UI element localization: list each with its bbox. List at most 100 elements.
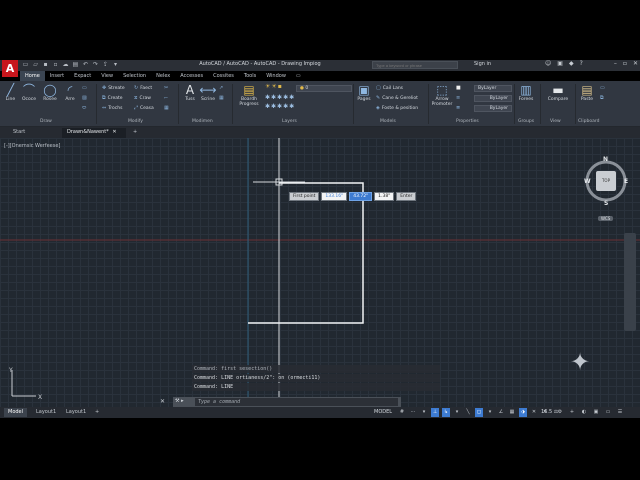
dynamic-z-field[interactable]: 1.38" [374,192,395,201]
line-tool-button[interactable]: ╱ Line [3,84,18,103]
model-attr[interactable]: ◈ Foste & pesition [376,105,418,111]
panel-label-view[interactable]: View [550,119,561,124]
view-tool-2[interactable]: ⧉ [600,95,606,101]
isodraft-icon[interactable]: ╲ [464,408,472,417]
linetype-swatch[interactable]: ≡ [456,95,462,101]
grid-icon[interactable]: # [398,408,406,417]
gear-icon[interactable]: ⚙ [556,408,564,417]
modify-mirror[interactable]: ⧖ Craw [134,95,151,101]
navigation-star-icon[interactable]: ✦ [570,348,590,376]
modify-stretch[interactable]: ⇔ Trochs [102,105,122,111]
model-edit[interactable]: ✎ Cane & Gereliot [376,95,418,101]
ortho-icon[interactable]: ⊥ [431,408,439,417]
color-swatch[interactable]: ■ [456,85,463,91]
dimension-tool-button[interactable]: ⟷ Scrine [199,84,217,103]
ribbon-options-icon[interactable]: ▭ [291,71,306,81]
search-input[interactable] [372,61,458,69]
polar-icon[interactable]: ↳ [442,408,450,417]
sign-in-link[interactable]: Sign in [474,61,491,67]
navigation-bar[interactable] [624,233,636,331]
tab-expact[interactable]: Expact [69,71,96,81]
tab-cossites[interactable]: Cossites [208,71,239,81]
arc-tool-button[interactable]: ◜ Arre [62,84,78,103]
panel-label-modify[interactable]: Modify [128,119,143,124]
cloud-icon[interactable]: ☁ [62,61,69,68]
linetype-dropdown[interactable]: ByLayer [474,95,512,102]
wcs-menu[interactable]: WCS [598,216,614,221]
close-tab-icon[interactable]: ✕ [112,129,116,135]
model-space-toggle[interactable]: MODEL [374,409,392,415]
help-icon[interactable]: ? [580,60,583,67]
close-window-icon[interactable]: ✕ [633,60,638,67]
tab-model[interactable]: Model [4,408,28,417]
clean-screen-icon[interactable]: ▭ [604,408,612,417]
tab-accesses[interactable]: Accesses [175,71,208,81]
layer-state-icons[interactable]: ☀☀▪ [265,83,283,90]
tab-layout1[interactable]: Layout1 [32,408,60,417]
osnap-dropdown-icon[interactable]: ▾ [486,408,494,417]
osnap-icon[interactable]: ◻ [475,408,483,417]
layer-tools-row1[interactable]: ✱✱✱✱✱ [265,94,295,101]
model-create[interactable]: ▢ Cail Lans [376,85,403,91]
compass-south[interactable]: S [604,200,608,207]
compass-east[interactable]: E [624,178,628,185]
polyline-tool-button[interactable]: ⌒ Ococe [20,84,38,103]
annotation-icon[interactable]: ✕ [530,408,538,417]
modify-move[interactable]: ✥ Streate [102,85,125,91]
qat-dropdown-icon[interactable]: ▾ [112,61,119,68]
compare-button[interactable]: ▬ Compare [544,84,572,103]
new-icon[interactable]: ▭ [22,61,29,68]
compass-north[interactable]: N [603,156,608,163]
view-tool-1[interactable]: ▭ [600,85,607,91]
tab-window[interactable]: Window [261,71,291,81]
lineweight-toggle-icon[interactable]: ▦ [508,408,516,417]
circle-tool-button[interactable]: ◯ Rosee [42,84,58,103]
group-button[interactable]: ▥ Forees [516,84,536,103]
user-icon[interactable]: ☺ [545,60,551,67]
panel-label-properties[interactable]: Properties [456,119,479,124]
print-icon[interactable]: ▤ [72,61,79,68]
redo-icon[interactable]: ↷ [92,61,99,68]
match-properties-button[interactable]: ⬚ Arrow Promoter [430,84,454,108]
ellipse-tool[interactable]: ⬭ [82,105,88,111]
otrack-icon[interactable]: ∠ [497,408,505,417]
layer-dropdown[interactable]: ● 0 [296,85,352,92]
hatch-tool[interactable]: ▨ [82,95,89,101]
modify-scale[interactable]: ⤢ Ceasa [134,105,154,111]
annotation-scale[interactable]: 16.5 [541,409,552,415]
lineweight-swatch[interactable]: ≣ [456,105,462,111]
share-icon[interactable]: ⇪ [102,61,109,68]
open-icon[interactable]: ▱ [32,61,39,68]
autocad-logo-button[interactable]: A [2,60,18,77]
save-as-icon[interactable]: ▫ [52,61,59,68]
dynamic-x-field[interactable]: 133.16" [321,192,348,201]
viewcube-top-face[interactable]: TOP [596,171,616,191]
tab-insert[interactable]: Insert [45,71,69,81]
dropdown-icon[interactable]: ▾ [420,408,428,417]
tab-tools[interactable]: Tools [239,71,261,81]
maximize-icon[interactable]: ▫ [623,60,627,67]
wrench-icon[interactable]: ⚒ ▸ [175,398,184,404]
tab-selection[interactable]: Selection [118,71,151,81]
color-dropdown[interactable]: ByLayer [474,85,512,92]
cart-icon[interactable]: ▣ [557,60,563,67]
modify-fillet[interactable]: ⌐ [164,95,170,101]
selection-cycle-icon[interactable]: ⬗ [519,408,527,417]
panel-label-layers[interactable]: Layers [282,119,297,124]
viewcube[interactable]: TOP N W E S WCS [584,156,628,221]
plus-icon[interactable]: + [568,408,576,417]
tab-view[interactable]: View [96,71,118,81]
add-layout-plus-icon[interactable]: + [91,408,103,417]
command-input[interactable] [195,398,398,406]
dynamic-y-field[interactable]: 43.72" [349,192,373,201]
annot-leader[interactable]: ↗ [219,85,225,91]
panel-label-clipboard[interactable]: Clipboard [578,119,600,124]
minimize-icon[interactable]: – [614,60,617,67]
a360-icon[interactable]: ◆ [569,60,574,67]
save-icon[interactable]: ▪ [42,61,49,68]
modify-rotate[interactable]: ↻ Faect [134,85,152,91]
modify-array[interactable]: ▦ [164,105,171,111]
panel-label-groups[interactable]: Groups [518,119,534,124]
annot-table[interactable]: ▦ [219,95,226,101]
text-tool-button[interactable]: A Tuss [182,84,198,103]
